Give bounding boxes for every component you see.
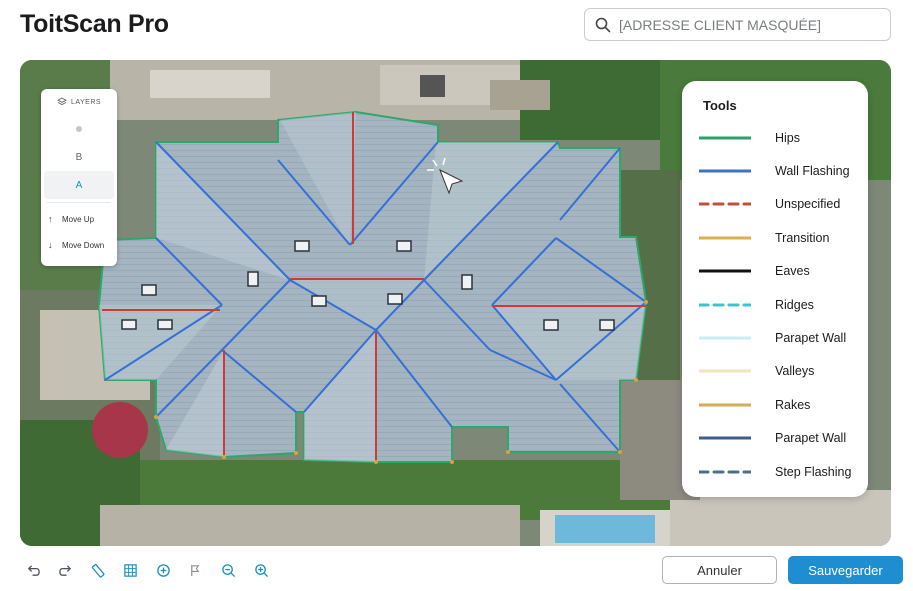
layer-item-label: B — [75, 151, 83, 163]
zoom-out-icon — [222, 563, 236, 577]
layers-header-label: LAYERS — [70, 98, 102, 106]
tool-item[interactable]: Rakes — [682, 388, 868, 421]
tool-item[interactable]: Parapet Wall — [682, 321, 868, 354]
search-bar[interactable] — [584, 8, 891, 41]
line-style-swatch — [699, 202, 751, 206]
tool-item[interactable]: Wall Flashing — [682, 154, 868, 187]
line-style-swatch — [699, 169, 751, 173]
line-style-swatch — [699, 403, 751, 407]
tool-item-label: Hips — [775, 130, 801, 145]
line-style-swatch — [699, 336, 751, 340]
grid-icon — [124, 563, 138, 577]
zoom-out-button[interactable] — [218, 559, 240, 581]
tool-item-label: Eaves — [775, 264, 810, 279]
layer-item-top[interactable] — [41, 115, 117, 143]
line-style-swatch — [699, 369, 751, 373]
move-down-button[interactable]: ↓ Move Down — [41, 232, 117, 258]
search-input[interactable] — [619, 16, 879, 33]
tool-item[interactable]: Ridges — [682, 288, 868, 321]
add-point-button[interactable] — [152, 559, 174, 581]
undo-icon — [27, 564, 40, 576]
measure-icon — [91, 563, 105, 578]
app-title: ToitScan Pro — [20, 10, 169, 38]
tools-title: Tools — [703, 98, 737, 113]
move-down-label: Move Down — [62, 240, 105, 250]
arrow-down-icon: ↓ — [48, 240, 53, 250]
zoom-in-icon — [254, 563, 268, 577]
tool-item-label: Step Flashing — [775, 464, 852, 479]
line-style-swatch — [699, 236, 751, 240]
line-style-swatch — [699, 470, 751, 474]
move-up-button[interactable]: ↑ Move Up — [41, 206, 117, 232]
layers-divider — [47, 202, 111, 203]
tool-item[interactable]: Valleys — [682, 355, 868, 388]
cancel-button[interactable]: Annuler — [662, 556, 777, 584]
tools-list: Hips Wall Flashing Unspecified Transition Ea… — [682, 121, 868, 488]
tool-item[interactable]: Unspecified — [682, 188, 868, 221]
redo-icon — [59, 564, 72, 576]
move-up-label: Move Up — [62, 214, 95, 224]
tool-item-label: Parapet Wall — [775, 431, 847, 446]
layer-dot-icon — [76, 126, 82, 132]
zoom-in-button[interactable] — [250, 559, 272, 581]
tool-item[interactable]: Parapet Wall — [682, 422, 868, 455]
tool-item-label: Parapet Wall — [775, 331, 847, 346]
arrow-up-icon: ↑ — [48, 214, 53, 224]
flag-icon — [191, 564, 200, 576]
measure-button[interactable] — [87, 559, 109, 581]
tool-item-label: Valleys — [775, 364, 815, 379]
search-icon — [595, 17, 611, 32]
bottom-toolbar — [22, 559, 283, 581]
layers-header: LAYERS — [41, 89, 117, 115]
tool-item[interactable]: Step Flashing — [682, 455, 868, 488]
tool-item-label: Rakes — [775, 397, 811, 412]
save-button[interactable]: Sauvegarder — [788, 556, 903, 584]
tool-item[interactable]: Transition — [682, 221, 868, 254]
layer-item-b[interactable]: B — [41, 143, 117, 171]
layer-item-a[interactable]: A — [44, 171, 114, 199]
tool-item-label: Unspecified — [775, 197, 841, 212]
layer-item-label: A — [75, 179, 83, 191]
tool-item[interactable]: Eaves — [682, 255, 868, 288]
grid-button[interactable] — [120, 559, 142, 581]
flag-button[interactable] — [185, 559, 207, 581]
tool-item-label: Ridges — [775, 297, 814, 312]
line-style-swatch — [699, 303, 751, 307]
line-style-swatch — [699, 136, 751, 140]
layers-panel: LAYERS B A ↑ Move Up ↓ Move Down — [41, 89, 117, 266]
tools-panel: Tools Hips Wall Flashing Unspecified Transi… — [682, 81, 868, 497]
line-style-swatch — [699, 436, 751, 440]
undo-button[interactable] — [22, 559, 44, 581]
tool-item-label: Wall Flashing — [775, 164, 850, 179]
tool-item-label: Transition — [775, 230, 830, 245]
tool-item[interactable]: Hips — [682, 121, 868, 154]
redo-button[interactable] — [55, 559, 77, 581]
layers-icon — [57, 97, 67, 106]
add-point-icon — [157, 563, 170, 577]
line-style-swatch — [699, 269, 751, 273]
